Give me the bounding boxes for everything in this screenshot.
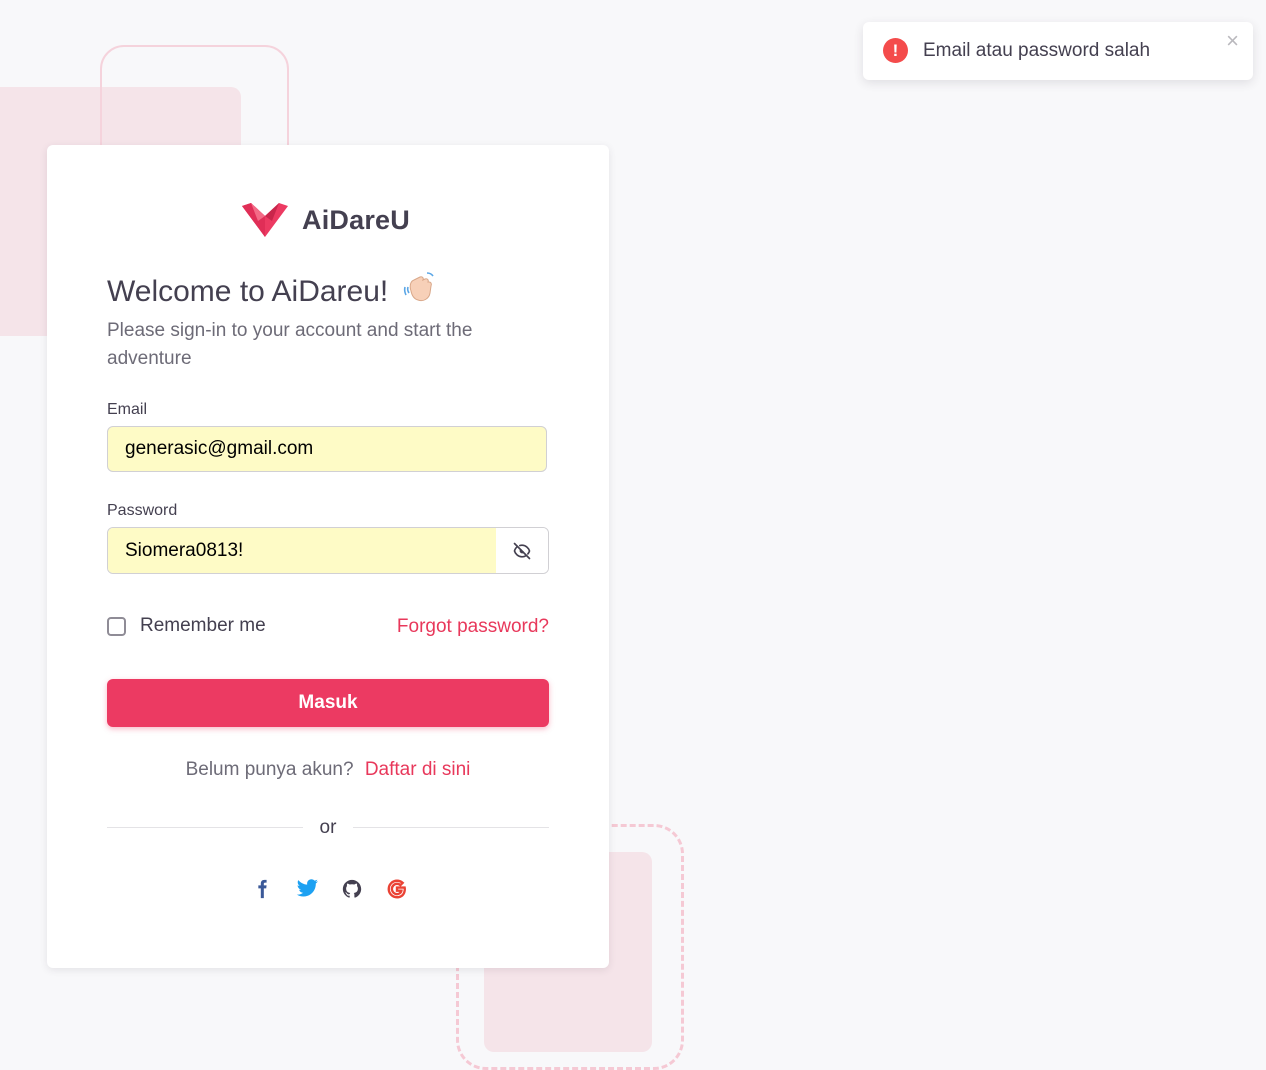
facebook-login-button[interactable] [249,876,275,902]
password-group [107,527,549,574]
checkbox-box[interactable] [107,616,126,636]
page-title: Welcome to AiDareu! [107,271,437,309]
email-field[interactable] [107,426,547,472]
divider-text: or [319,817,337,838]
github-icon [342,879,362,898]
twitter-icon [296,879,318,897]
signup-link[interactable]: Daftar di sini [365,759,471,780]
github-login-button[interactable] [339,876,365,902]
google-icon [387,879,406,899]
close-icon[interactable]: × [1226,30,1239,52]
welcome-title: Welcome to AiDareu! [107,275,389,308]
password-toggle-button[interactable] [496,528,548,573]
login-card: AiDareU Welcome to AiDareu! Please sign-… [47,145,609,968]
welcome-subtitle: Please sign-in to your account and start… [107,320,473,369]
eye-off-icon [513,542,531,559]
signup-text: Belum punya akun? [185,759,354,780]
brand-name: AiDareU [302,204,410,235]
wave-hand-icon [403,272,434,302]
error-toast: ! Email atau password salah × [863,22,1253,80]
divider-line-right [353,827,549,828]
brand: AiDareU [242,203,410,237]
remember-me-checkbox[interactable]: Remember me [107,615,266,637]
alert-icon: ! [883,38,908,63]
remember-me-label: Remember me [140,615,266,636]
twitter-login-button[interactable] [294,876,320,902]
signup-row: Belum punya akun? Daftar di sini [47,759,609,781]
social-login [249,876,429,902]
password-label: Password [107,502,178,519]
password-field[interactable] [108,528,496,573]
brand-logo-icon [242,203,288,237]
forgot-password-link[interactable]: Forgot password? [397,616,549,638]
email-label: Email [107,401,148,418]
login-button[interactable]: Masuk [107,679,549,727]
google-login-button[interactable] [384,876,410,902]
toast-message: Email atau password salah [923,40,1151,61]
facebook-icon [258,879,267,899]
divider: or [107,817,549,839]
